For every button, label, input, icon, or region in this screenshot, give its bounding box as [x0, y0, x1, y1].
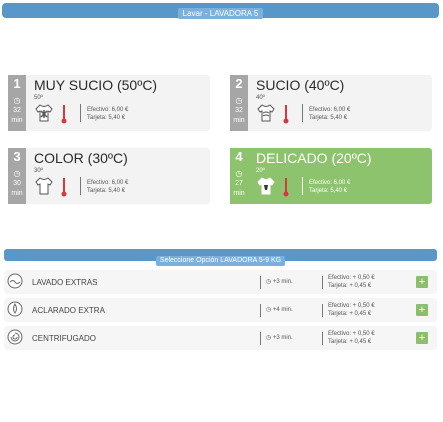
program-temp: 20º [256, 168, 265, 174]
duration-minutes: 30 [13, 180, 21, 187]
divider [302, 104, 303, 122]
option-price: Efectivo: + 0,50 € Tarjeta: + 0,45 € [328, 330, 375, 346]
price-effective: Efectivo: + 0,50 € [328, 275, 375, 281]
add-option-button[interactable]: + [416, 304, 428, 316]
program-temp: 50º [34, 95, 43, 101]
program-number: 4 [230, 148, 248, 166]
clock-icon: ◷ [235, 96, 243, 105]
thermometer-icon [61, 105, 67, 124]
rinse-icon [7, 301, 23, 317]
option-price: Efectivo: + 0,50 € Tarjeta: + 0,45 € [328, 274, 375, 290]
program-price: Efectivo: 6,00 € Tarjeta: 5,40 € [309, 179, 350, 195]
program-number: 2 [230, 75, 248, 93]
option-time-value: +3 min. [272, 335, 293, 341]
divider [260, 304, 261, 317]
add-option-button[interactable]: + [416, 276, 428, 288]
price-card: Tarjeta: + 0,45 € [328, 311, 372, 317]
program-card-3[interactable]: 3 ◷ 30 min COLOR (30ºC) 30º Efectivo: 6,… [8, 148, 210, 204]
washing-drum-icon [7, 273, 23, 289]
price-effective: Efectivo: 6,00 € [309, 180, 351, 186]
divider [80, 104, 81, 122]
program-duration: ◷ 27 min [230, 166, 248, 204]
program-title: MUY SUCIO (50ºC) [34, 77, 158, 93]
option-time: ◷ +4 min. [266, 306, 293, 313]
option-row-aclarado-extra[interactable]: ACLARADO EXTRA ◷ +4 min. Efectivo: + 0,5… [4, 298, 437, 322]
shirt-icon [257, 104, 275, 122]
option-time: ◷ +3 min. [266, 278, 293, 285]
price-effective: Efectivo: 6,00 € [309, 107, 351, 113]
options-header: Seleccione Opción LAVADORA 5-9 KG [4, 249, 437, 266]
divider [80, 177, 81, 195]
shirt-icon [257, 177, 275, 195]
clock-icon: ◷ [13, 96, 21, 105]
program-price: Efectivo: 6,00 € Tarjeta: 5,40 € [87, 179, 128, 195]
price-effective: Efectivo: 6,00 € [87, 107, 129, 113]
duration-minutes: 27 [235, 180, 243, 187]
thermometer-icon [283, 105, 289, 124]
option-time-value: +4 min. [272, 307, 293, 313]
program-temp: 40º [256, 95, 265, 101]
price-effective: Efectivo: + 0,50 € [328, 303, 375, 309]
option-label: LAVADO EXTRAS [32, 278, 98, 287]
program-card-1[interactable]: 1 ◷ 32 min MUY SUCIO (50ºC) 50º Efectivo… [8, 75, 210, 131]
price-card: Tarjeta: 5,40 € [87, 188, 126, 194]
duration-minutes: 32 [235, 107, 243, 114]
clock-icon: ◷ [266, 307, 272, 313]
program-duration: ◷ 32 min [230, 93, 248, 131]
duration-unit: min [233, 117, 245, 124]
option-label: CENTRIFUGADO [32, 334, 96, 343]
options-title: Seleccione Opción LAVADORA 5-9 KG [155, 256, 286, 266]
price-card: Tarjeta: 5,40 € [309, 115, 348, 121]
duration-unit: min [233, 190, 245, 197]
clock-icon: ◷ [13, 169, 21, 178]
program-card-2[interactable]: 2 ◷ 32 min SUCIO (40ºC) 40º Efectivo: 6,… [230, 75, 432, 131]
program-temp: 30º [34, 168, 43, 174]
option-time-value: +3 min. [272, 279, 293, 285]
program-title: SUCIO (40ºC) [256, 77, 345, 93]
price-card: Tarjeta: + 0,45 € [328, 283, 372, 289]
price-card: Tarjeta: + 0,45 € [328, 339, 372, 345]
price-card: Tarjeta: 5,40 € [87, 115, 126, 121]
program-card-4[interactable]: 4 ◷ 27 min DELICADO (20ºC) 20º Efectivo:… [230, 148, 432, 204]
divider [302, 177, 303, 195]
clock-icon: ◷ [266, 279, 272, 285]
duration-minutes: 32 [13, 107, 21, 114]
spin-icon [7, 329, 23, 345]
price-card: Tarjeta: 5,40 € [309, 188, 348, 194]
shirt-icon [35, 104, 53, 122]
divider [322, 332, 323, 345]
price-effective: Efectivo: 6,00 € [87, 180, 129, 186]
program-duration: ◷ 30 min [8, 166, 26, 204]
program-title: DELICADO (20ºC) [256, 150, 372, 166]
thermometer-icon [61, 178, 67, 197]
clock-icon: ◷ [235, 169, 243, 178]
header-bar: Lavar - LAVADORA 5 [2, 3, 439, 19]
option-price: Efectivo: + 0,50 € Tarjeta: + 0,45 € [328, 302, 375, 318]
option-row-lavado-extras[interactable]: LAVADO EXTRAS ◷ +3 min. Efectivo: + 0,50… [4, 270, 437, 294]
divider [260, 276, 261, 289]
thermometer-icon [283, 178, 289, 197]
duration-unit: min [11, 190, 23, 197]
divider [322, 304, 323, 317]
duration-unit: min [11, 117, 23, 124]
program-number: 3 [8, 148, 26, 166]
clock-icon: ◷ [266, 335, 272, 341]
add-option-button[interactable]: + [416, 332, 428, 344]
program-price: Efectivo: 6,00 € Tarjeta: 5,40 € [309, 106, 350, 122]
price-effective: Efectivo: + 0,50 € [328, 331, 375, 337]
header-title: Lavar - LAVADORA 5 [177, 8, 264, 19]
program-duration: ◷ 32 min [8, 93, 26, 131]
option-label: ACLARADO EXTRA [32, 306, 105, 315]
program-price: Efectivo: 6,00 € Tarjeta: 5,40 € [87, 106, 128, 122]
shirt-icon [35, 177, 53, 195]
program-number: 1 [8, 75, 26, 93]
program-title: COLOR (30ºC) [34, 150, 128, 166]
option-row-centrifugado[interactable]: CENTRIFUGADO ◷ +3 min. Efectivo: + 0,50 … [4, 326, 437, 350]
divider [322, 276, 323, 289]
divider [260, 332, 261, 345]
option-time: ◷ +3 min. [266, 334, 293, 341]
